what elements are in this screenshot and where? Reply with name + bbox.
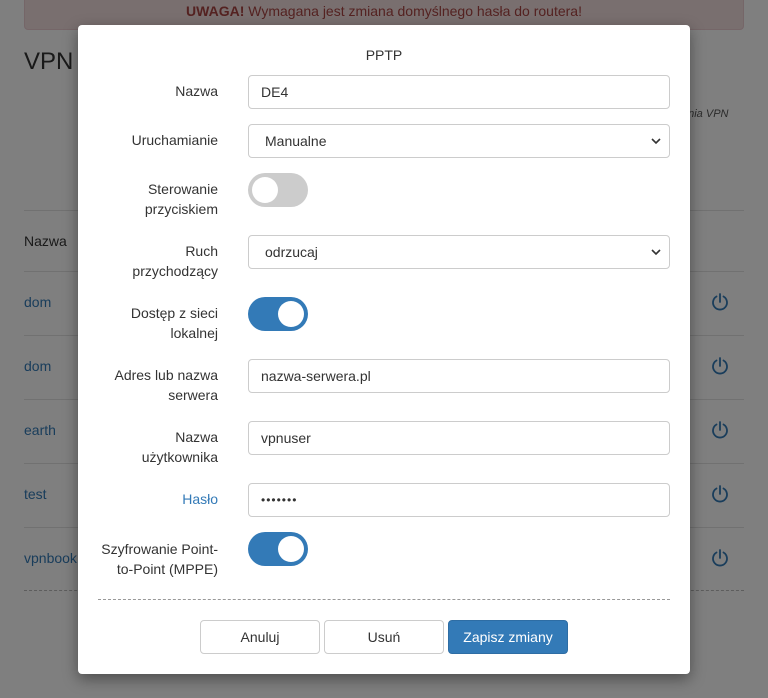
- server-label: Adres lub nazwa serwera: [78, 365, 218, 405]
- dialog-title: PPTP: [365, 47, 403, 63]
- button-control-label-line1: Sterowanie: [147, 181, 218, 197]
- cancel-button[interactable]: Anuluj: [200, 620, 320, 654]
- dialog-divider: [98, 599, 670, 600]
- toggle-knob: [252, 177, 278, 203]
- lan-access-label-line1: Dostęp z sieci: [130, 305, 218, 321]
- lan-access-label-line2: lokalnej: [170, 325, 218, 341]
- chevron-down-icon: [651, 249, 661, 256]
- server-label-line2: serwera: [168, 387, 218, 403]
- mppe-label: Szyfrowanie Point- to-Point (MPPE): [78, 539, 218, 579]
- button-control-toggle[interactable]: [248, 173, 308, 207]
- name-input[interactable]: [248, 75, 670, 109]
- mppe-label-line2: to-Point (MPPE): [116, 561, 218, 577]
- incoming-traffic-select[interactable]: odrzucaj: [248, 235, 670, 269]
- incoming-traffic-select-value: odrzucaj: [265, 244, 318, 260]
- toggle-knob: [278, 301, 304, 327]
- chevron-down-icon: [651, 138, 661, 145]
- name-label: Nazwa: [175, 83, 218, 99]
- startup-select[interactable]: Manualne: [248, 124, 670, 158]
- username-label-line2: użytkownika: [141, 449, 218, 465]
- password-input[interactable]: •••••••: [248, 483, 670, 517]
- password-label[interactable]: Hasło: [78, 489, 218, 509]
- server-label-line1: Adres lub nazwa: [114, 367, 218, 383]
- lan-access-toggle[interactable]: [248, 297, 308, 331]
- mppe-toggle[interactable]: [248, 532, 308, 566]
- lan-access-label: Dostęp z sieci lokalnej: [78, 303, 218, 343]
- username-label-line1: Nazwa: [175, 429, 218, 445]
- button-control-label: Sterowanie przyciskiem: [78, 179, 218, 219]
- save-button[interactable]: Zapisz zmiany: [448, 620, 568, 654]
- incoming-traffic-label: Ruch przychodzący: [78, 241, 218, 281]
- incoming-traffic-label-line2: przychodzący: [132, 263, 218, 279]
- toggle-knob: [278, 536, 304, 562]
- startup-select-value: Manualne: [265, 133, 327, 149]
- username-label: Nazwa użytkownika: [78, 427, 218, 467]
- delete-button[interactable]: Usuń: [324, 620, 444, 654]
- server-input[interactable]: [248, 359, 670, 393]
- mppe-label-line1: Szyfrowanie Point-: [101, 541, 218, 557]
- incoming-traffic-label-line1: Ruch: [185, 243, 218, 259]
- pptp-dialog: PPTP Nazwa Uruchamianie Manualne Sterowa…: [78, 25, 690, 674]
- startup-label: Uruchamianie: [131, 132, 218, 148]
- button-control-label-line2: przyciskiem: [144, 201, 218, 217]
- username-input[interactable]: [248, 421, 670, 455]
